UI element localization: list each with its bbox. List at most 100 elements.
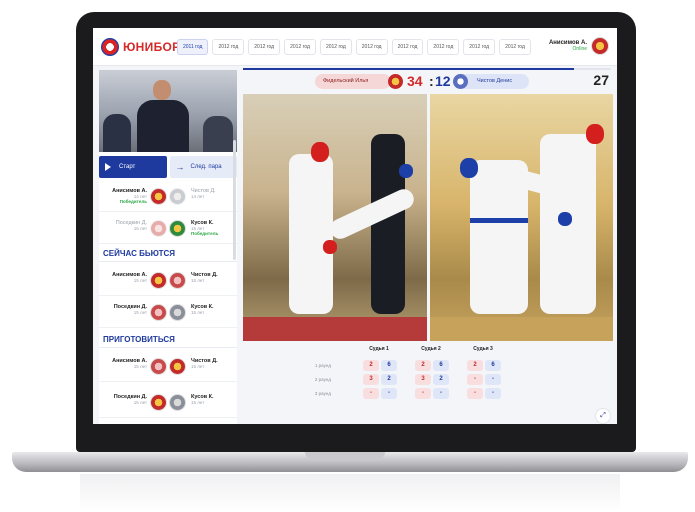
- round-label: 2 раунд: [314, 377, 331, 382]
- logo-text: ЮНИБОР: [123, 40, 181, 54]
- fighter-a-age: 15 лет: [133, 400, 147, 405]
- scoreboard: Фидельский Илья 34 : 12 Чистов Денис 27: [243, 72, 611, 92]
- match-row-now[interactable]: Анисимов А. 15 лет Чистов Д. 15 лет: [99, 266, 237, 296]
- arrow-right-icon: →: [175, 161, 185, 172]
- photo-athlete-left: [103, 114, 131, 152]
- year-tab[interactable]: 2012 год: [355, 39, 388, 55]
- year-tab[interactable]: 2012 год: [499, 39, 531, 55]
- fighter-a: Анисимов А. 15 лет: [103, 272, 147, 283]
- blue-judge-score: 6: [433, 360, 449, 371]
- fighter-b-age: 15 лет: [191, 278, 205, 283]
- bout-progress-fill: [243, 68, 575, 70]
- start-button[interactable]: Старт: [99, 156, 167, 178]
- control-buttons: Старт → След. пара: [99, 156, 237, 178]
- referee-photo: [99, 70, 237, 152]
- club-badge-icon: [169, 358, 186, 375]
- year-tab[interactable]: 2011 год: [177, 39, 209, 55]
- club-badge-icon: [150, 304, 167, 321]
- red-helmet: [311, 142, 329, 162]
- fighter-a: Анисимов А. 15 лет: [103, 358, 147, 369]
- fighter-b: Чистов Д. 15 лет: [191, 272, 235, 283]
- fighter-b-age: 15 лет: [191, 310, 205, 315]
- fighter-b-age: 14 лет: [191, 194, 205, 199]
- match-row-now[interactable]: Поседкин Д. 15 лет Кусов К. 15 лет: [99, 298, 237, 328]
- section-now-fighting: СЕЙЧАС БЬЮТСЯ: [99, 246, 237, 262]
- fighter-b: Кусов К. 15 лет: [191, 394, 235, 405]
- next-pair-button[interactable]: → След. пара: [169, 156, 237, 178]
- photo-mat: [243, 317, 427, 341]
- top-bar: ЮНИБОР 2011 год 2012 год 2012 год 2012 год 2…: [93, 28, 617, 66]
- club-badge-icon: [150, 188, 167, 205]
- play-icon: [105, 163, 111, 171]
- club-badge-icon: [150, 358, 167, 375]
- red-judge-score: 3: [363, 374, 379, 385]
- match-row-ready[interactable]: Поседкин Д. 15 лет Кусов К. 15 лет: [99, 388, 237, 418]
- photo-fighter-red: [289, 154, 333, 314]
- left-panel-scrollbar[interactable]: [233, 140, 236, 260]
- red-judge-score: -: [467, 388, 483, 399]
- round-label: 1 раунд: [314, 363, 331, 368]
- fighter-b-age: 15 лет: [191, 400, 205, 405]
- blue-judge-score: -: [485, 388, 501, 399]
- user-text: Анисимов А. Online: [549, 40, 587, 52]
- blue-judge-score: -: [485, 374, 501, 385]
- fighter-b: Чистов Д. 15 лет: [191, 358, 235, 369]
- logo[interactable]: ЮНИБОР: [101, 38, 180, 56]
- match-row-ready[interactable]: Анисимов А. 15 лет Чистов Д. 15 лет: [99, 352, 237, 382]
- red-fighter-name: Фидельский Илья: [315, 74, 391, 89]
- red-judge-score: -: [363, 388, 379, 399]
- photo-referee-head: [153, 80, 171, 100]
- blue-helmet: [460, 158, 478, 178]
- logo-icon: [101, 38, 119, 56]
- fighter-a: Анисимов А. 14 лет Победитель: [103, 188, 147, 204]
- fighter-b: Кусов К. 15 лет Победитель: [191, 220, 235, 236]
- blue-glove: [399, 164, 413, 178]
- fighter-a: Поседкин Д. 15 лет: [103, 394, 147, 405]
- expand-icon[interactable]: ⤢: [595, 408, 611, 424]
- judge-header: Судья 1: [369, 346, 389, 352]
- year-tab[interactable]: 2012 год: [212, 39, 245, 55]
- match-row-finished[interactable]: Анисимов А. 14 лет Победитель Чистов Д. …: [99, 182, 237, 212]
- red-helmet: [586, 124, 604, 144]
- year-tabs: 2011 год 2012 год 2012 год 2012 год 2012 год…: [177, 39, 531, 55]
- year-tab[interactable]: 2012 год: [463, 39, 496, 55]
- year-tab[interactable]: 2012 год: [427, 39, 460, 55]
- club-badge-icon: [169, 394, 186, 411]
- club-badge-icon: [150, 220, 167, 237]
- year-tab[interactable]: 2012 год: [319, 39, 352, 55]
- winner-label: Победитель: [191, 231, 219, 236]
- fighter-a: Поседкин Д. 15 лет: [103, 304, 147, 315]
- year-tab[interactable]: 2012 год: [391, 39, 424, 55]
- stage: ЮНИБОР 2011 год 2012 год 2012 год 2012 год 2…: [0, 0, 695, 512]
- red-club-icon: [388, 74, 403, 89]
- year-tab[interactable]: 2012 год: [284, 39, 316, 55]
- blue-judge-score: 2: [381, 374, 397, 385]
- red-judge-score: 2: [415, 360, 431, 371]
- score-separator: :: [429, 73, 434, 89]
- club-badge-icon: [150, 394, 167, 411]
- fighter-a-age: 15 лет: [133, 226, 147, 231]
- club-badge-icon: [169, 272, 186, 289]
- fight-photo-right: [430, 94, 613, 341]
- fighter-a: Поседкин Д. 15 лет: [103, 220, 147, 231]
- winner-label: Победитель: [119, 199, 147, 204]
- section-get-ready: ПРИГОТОВИТЬСЯ: [99, 332, 237, 348]
- match-row-finished[interactable]: Поседкин Д. 15 лет Кусов К. 15 лет Побед…: [99, 214, 237, 244]
- judges-scores: ⤢ Судья 1 Судья 2 Судья 31 раунд 2 6 2 6 2 6 2 ра…: [243, 346, 611, 424]
- blue-score: 12: [435, 73, 451, 89]
- red-judge-score: -: [415, 388, 431, 399]
- red-judge-score: 2: [467, 360, 483, 371]
- club-badge-icon: [150, 272, 167, 289]
- bout-progress-bar: [243, 68, 611, 70]
- blue-judge-score: 6: [485, 360, 501, 371]
- red-judge-score: 2: [363, 360, 379, 371]
- laptop-shadow: [80, 474, 620, 512]
- next-pair-label: След. пара: [190, 164, 222, 170]
- year-tab[interactable]: 2012 год: [248, 39, 281, 55]
- laptop-notch: [305, 452, 385, 459]
- blue-glove: [558, 212, 572, 226]
- photo-mat: [430, 317, 613, 341]
- user-avatar: [591, 37, 609, 55]
- photo-athlete-right: [203, 116, 233, 152]
- user-profile[interactable]: Анисимов А. Online: [549, 37, 609, 55]
